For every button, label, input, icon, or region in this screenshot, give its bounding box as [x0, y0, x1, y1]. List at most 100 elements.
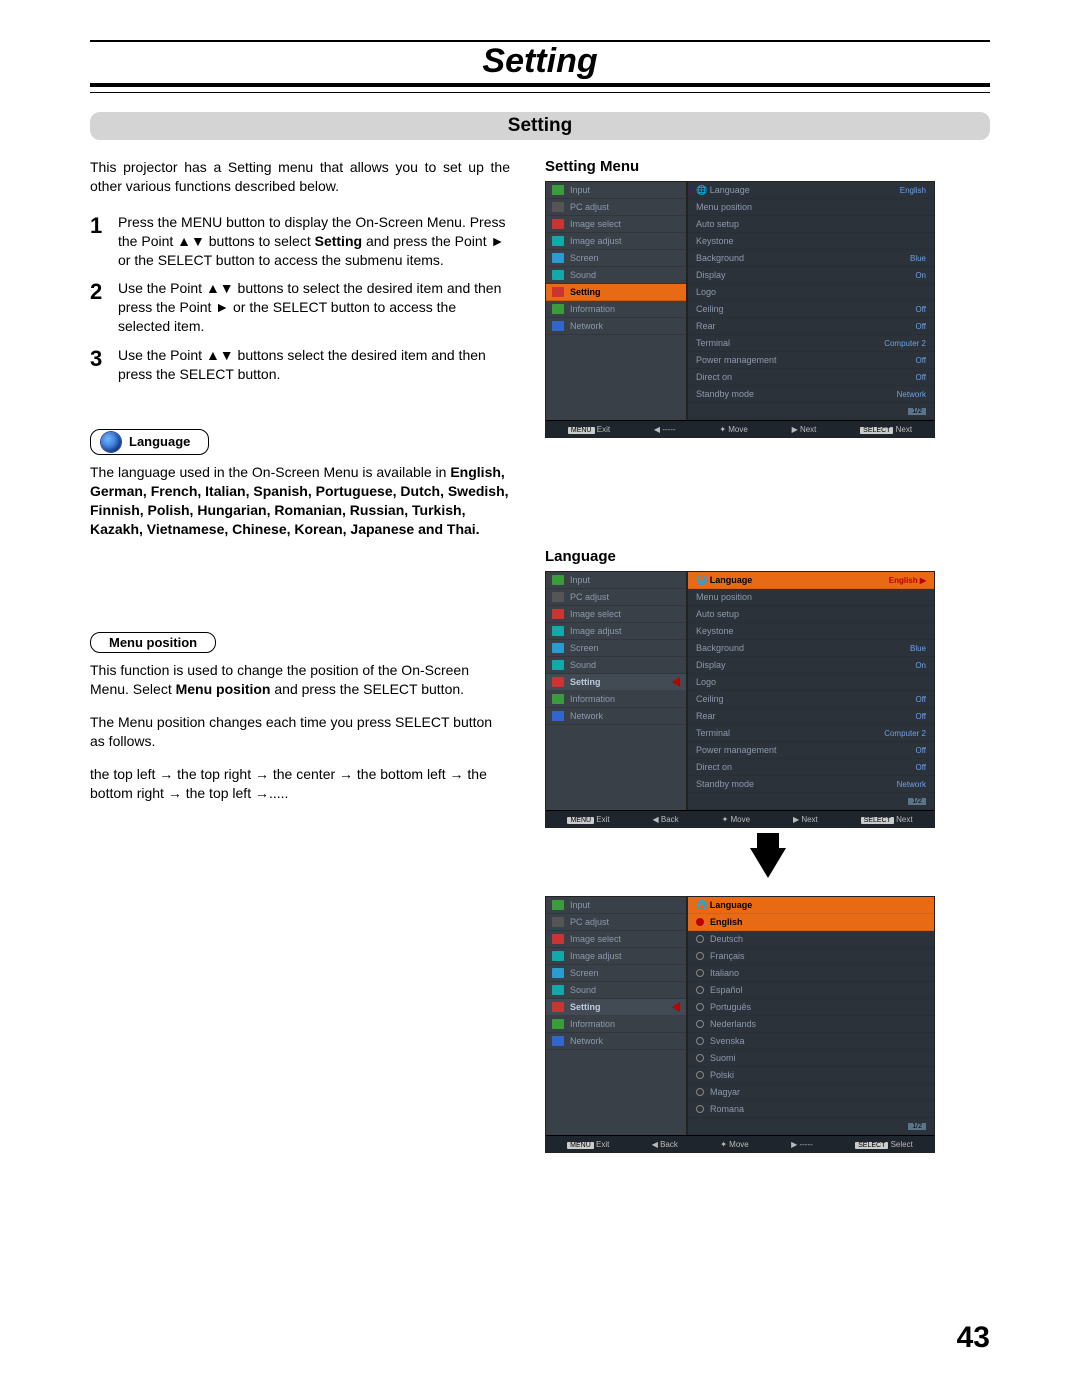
osd-lang-label: English: [710, 917, 743, 927]
osd-main-row: Direct onOff: [688, 369, 934, 386]
step-text: Use the Point ▲▼ buttons select the desi…: [118, 341, 510, 389]
radio-icon: [696, 969, 704, 977]
osd-item-label: Information: [570, 1019, 615, 1029]
osd-row-label: Direct on: [696, 762, 732, 772]
radio-icon: [696, 1105, 704, 1113]
osd-side-item: Image select: [546, 931, 686, 948]
pointer-icon: [672, 677, 680, 687]
osd-item-icon: [552, 917, 564, 927]
osd-main-row: TerminalComputer 2: [688, 335, 934, 352]
osd-row-label: Display: [696, 660, 726, 670]
osd-main-row: Keystone: [688, 233, 934, 250]
osd-side-item: Sound: [546, 657, 686, 674]
osd-main-row: Auto setup: [688, 216, 934, 233]
menu-position-p2: The Menu position changes each time you …: [90, 713, 510, 751]
osd-lang-option: Español: [688, 982, 934, 999]
osd-item-icon: [552, 592, 564, 602]
osd-lang-option: Português: [688, 999, 934, 1016]
osd-item-label: Image select: [570, 219, 621, 229]
step-number: 3: [90, 341, 118, 389]
step-number: 1: [90, 208, 118, 275]
osd-side-item: Network: [546, 708, 686, 725]
osd-side-item: PC adjust: [546, 589, 686, 606]
osd-item-icon: [552, 694, 564, 704]
osd-row-label: Keystone: [696, 626, 734, 636]
osd-side-item: Setting: [546, 284, 686, 301]
osd-row-value: Network: [897, 780, 926, 789]
osd-main-row: CeilingOff: [688, 301, 934, 318]
osd-lang-label: Romana: [710, 1104, 744, 1114]
osd-item-label: Image adjust: [570, 236, 622, 246]
osd-lang-label: Svenska: [710, 1036, 745, 1046]
osd-row-label: 🌐 Language: [696, 900, 752, 911]
osd-item-label: Image adjust: [570, 951, 622, 961]
osd-row-label: Direct on: [696, 372, 732, 382]
osd-lang-option: Nederlands: [688, 1016, 934, 1033]
osd-item-icon: [552, 185, 564, 195]
osd-lang-label: Polski: [710, 1070, 734, 1080]
osd-item-label: Setting: [570, 1002, 601, 1012]
osd-item-icon: [552, 253, 564, 263]
osd-side-item: Sound: [546, 982, 686, 999]
osd-item-icon: [552, 1002, 564, 1012]
osd-item-icon: [552, 236, 564, 246]
osd-row-label: Auto setup: [696, 609, 739, 619]
osd-side-item: Sound: [546, 267, 686, 284]
osd-item-label: PC adjust: [570, 592, 609, 602]
step-list: 1 Press the MENU button to display the O…: [90, 208, 510, 389]
osd-item-label: Screen: [570, 253, 599, 263]
osd-item-label: Image select: [570, 934, 621, 944]
osd-row-label: Logo: [696, 677, 716, 687]
osd-row-value: Off: [915, 763, 926, 772]
osd-side-item: Screen: [546, 640, 686, 657]
osd-row-label: Background: [696, 643, 744, 653]
osd-main-row: 🌐 LanguageEnglish ▶: [688, 572, 934, 589]
osd-lang-label: Magyar: [710, 1087, 740, 1097]
osd-item-label: Input: [570, 575, 590, 585]
step-text: Press the MENU button to display the On-…: [118, 208, 510, 275]
page-indicator: 1/2: [908, 1123, 926, 1130]
osd-row-label: Background: [696, 253, 744, 263]
osd-language-list: InputPC adjustImage selectImage adjustSc…: [545, 896, 935, 1153]
page-title: Setting: [90, 40, 990, 87]
step-text: Use the Point ▲▼ buttons to select the d…: [118, 274, 510, 341]
osd-item-icon: [552, 677, 564, 687]
osd-side-item: Image select: [546, 216, 686, 233]
radio-icon: [696, 952, 704, 960]
osd-side-item: Setting: [546, 999, 686, 1016]
step-number: 2: [90, 274, 118, 341]
osd-item-label: Information: [570, 304, 615, 314]
osd-row-label: Menu position: [696, 592, 752, 602]
osd-row-label: Logo: [696, 287, 716, 297]
bar-select: Select: [891, 1140, 913, 1149]
osd-item-label: Screen: [570, 643, 599, 653]
setting-menu-title: Setting Menu: [545, 158, 990, 175]
osd-item-label: Information: [570, 694, 615, 704]
osd-page-indicator-row: 1/2: [688, 1118, 934, 1135]
osd-row-label: Standby mode: [696, 779, 754, 789]
radio-icon: [696, 1020, 704, 1028]
osd-main-row: Background Blue: [688, 250, 934, 267]
osd-lang-option: Italiano: [688, 965, 934, 982]
radio-icon: [696, 935, 704, 943]
osd-item-icon: [552, 202, 564, 212]
osd-lang-option: Svenska: [688, 1033, 934, 1050]
osd-row-value: Off: [915, 695, 926, 704]
radio-icon: [696, 1088, 704, 1096]
page-number: 43: [957, 1321, 990, 1355]
osd-row-value: Off: [915, 712, 926, 721]
osd-row-value: On: [915, 661, 926, 670]
osd-row-value: On: [915, 271, 926, 280]
bar-select: Next: [896, 425, 912, 434]
osd-main-row: Auto setup: [688, 606, 934, 623]
osd-item-label: Network: [570, 711, 603, 721]
osd-item-label: Setting: [570, 287, 601, 297]
osd-side-item: Network: [546, 318, 686, 335]
osd-item-label: Network: [570, 1036, 603, 1046]
osd-row-label: Rear: [696, 711, 716, 721]
osd-main-row: RearOff: [688, 318, 934, 335]
osd-language-selected: InputPC adjustImage selectImage adjustSc…: [545, 571, 935, 828]
osd-row-label: Standby mode: [696, 389, 754, 399]
osd-row-value: Blue: [910, 254, 926, 263]
osd-row-label: Display: [696, 270, 726, 280]
